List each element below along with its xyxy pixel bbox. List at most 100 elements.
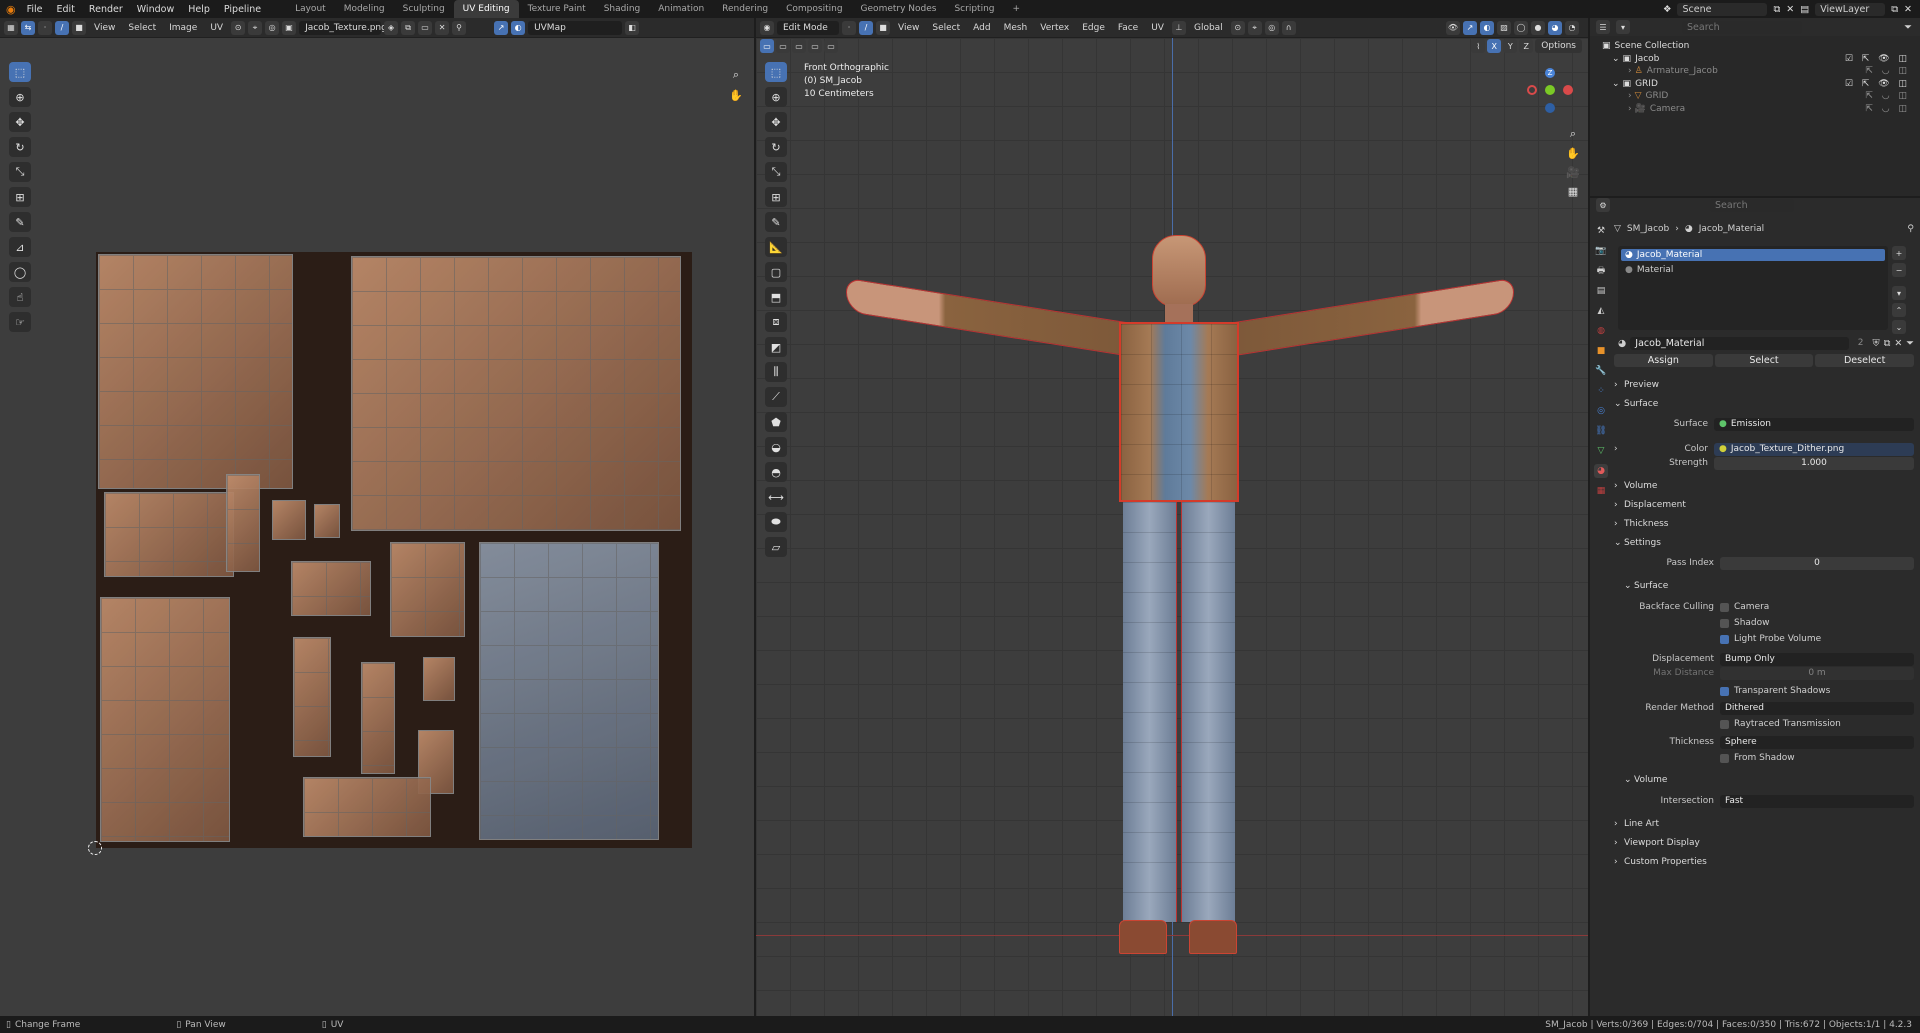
grab-tool-icon[interactable]: ◯ [9, 262, 31, 282]
character-mesh[interactable] [831, 230, 1521, 960]
material-slot-list[interactable]: ◕ Jacob_Material ● Material [1618, 246, 1888, 330]
display-mode-icon[interactable]: ▾ [1616, 20, 1630, 34]
right-leg[interactable] [1181, 502, 1235, 922]
cursor-tool-icon[interactable]: ⊕ [765, 87, 787, 107]
zoom-icon[interactable]: ⌕ [727, 66, 745, 84]
overlays-icon[interactable]: ◐ [1480, 20, 1494, 35]
smooth-tool-icon[interactable]: ◓ [765, 462, 787, 482]
vp-menu-select[interactable]: Select [927, 21, 965, 35]
visibility-toggles[interactable]: ⇱ ◡ ◫ [1865, 104, 1910, 114]
sync-selection-icon[interactable]: ⇆ [21, 20, 35, 35]
constraints-tab-icon[interactable]: ⛓ [1594, 424, 1608, 438]
outliner-search[interactable]: Search [1682, 20, 1802, 34]
xray-icon[interactable]: ▨ [1497, 20, 1511, 35]
tab-modeling[interactable]: Modeling [335, 0, 394, 18]
display-channels-icon[interactable]: ◧ [625, 20, 640, 35]
copy-icon[interactable]: ⧉ [1891, 4, 1898, 15]
menu-render[interactable]: Render [82, 4, 130, 15]
panel-settings[interactable]: ⌄ Settings [1614, 536, 1914, 550]
snap-icon[interactable]: ⌖ [248, 20, 263, 35]
gizmo-y-icon[interactable] [1545, 85, 1555, 95]
image-icon[interactable]: ▣ [282, 20, 297, 35]
uv-island-fingers[interactable] [226, 474, 260, 572]
vp-menu-add[interactable]: Add [968, 21, 995, 35]
slot-item-jacob-material[interactable]: ◕ Jacob_Material [1621, 249, 1885, 261]
add-cube-tool-icon[interactable]: ▢ [765, 262, 787, 282]
falloff-icon[interactable]: ∩ [1281, 20, 1296, 35]
right-shoe[interactable] [1189, 920, 1237, 954]
properties-search[interactable]: Search [1710, 198, 1794, 212]
mirror-x-toggle[interactable]: X [1487, 39, 1502, 53]
uv-island-neck[interactable] [293, 637, 331, 757]
user-count[interactable]: 2 [1853, 336, 1869, 350]
blender-logo-icon[interactable]: ◉ [6, 3, 16, 16]
backface-shadow-checkbox[interactable] [1720, 618, 1729, 628]
mirror-y-toggle[interactable]: Y [1503, 39, 1518, 53]
assign-button[interactable]: Assign [1614, 354, 1713, 367]
duplicate-icon[interactable]: ⧉ [1884, 338, 1891, 349]
panel-surface[interactable]: ⌄ Surface [1614, 397, 1914, 411]
edge-select-icon[interactable]: / [55, 20, 69, 35]
add-slot-icon[interactable]: + [1892, 246, 1906, 260]
poly-build-tool-icon[interactable]: ⬟ [765, 412, 787, 432]
panel-settings-volume[interactable]: ⌄ Volume [1614, 773, 1914, 787]
jacket[interactable] [1119, 322, 1239, 502]
uv-island-jeans[interactable] [479, 542, 659, 840]
editor-type-icon[interactable]: ⚙ [1596, 198, 1610, 212]
tab-geometry-nodes[interactable]: Geometry Nodes [852, 0, 946, 18]
surface-shader-field[interactable]: ● Emission [1714, 417, 1914, 431]
panel-preview[interactable]: › Preview [1614, 378, 1914, 392]
physics-tab-icon[interactable]: ◎ [1594, 404, 1608, 418]
edge-select-icon[interactable]: / [859, 20, 873, 35]
displacement-dropdown[interactable]: Bump Only [1720, 652, 1914, 666]
material-shading-icon[interactable]: ◕ [1548, 20, 1562, 35]
rotate-tool-icon[interactable]: ↻ [765, 137, 787, 157]
options-dropdown[interactable]: Options [1535, 39, 1582, 53]
pan-hand-icon[interactable]: ✋ [1564, 144, 1582, 162]
mode-selector[interactable]: Edit Mode [777, 20, 839, 35]
vertex-select-icon[interactable]: · [38, 20, 52, 35]
uv-2d-cursor-icon[interactable] [88, 841, 102, 855]
cursor-tool-icon[interactable]: ⊕ [9, 87, 31, 107]
select-box-tool-icon[interactable]: ⬚ [765, 62, 787, 82]
object-tab-icon[interactable]: ■ [1594, 344, 1608, 358]
unlink-icon[interactable]: ✕ [1894, 338, 1902, 349]
panel-volume[interactable]: › Volume [1614, 479, 1914, 493]
rendered-shading-icon[interactable]: ◔ [1565, 20, 1579, 35]
material-tab-icon[interactable]: ◕ [1594, 464, 1608, 478]
open-image-icon[interactable]: ▭ [418, 20, 433, 35]
material-browse-icon[interactable]: ◕ [1618, 338, 1626, 349]
from-shadow-checkbox[interactable] [1720, 753, 1729, 763]
visibility-icon[interactable]: 👁 [1446, 20, 1460, 35]
uv-island-arm[interactable] [361, 662, 395, 774]
uv-island-head[interactable] [98, 254, 293, 489]
scene-collection-row[interactable]: ▣ Scene Collection [1602, 40, 1920, 53]
scene-icon[interactable]: ❖ [1663, 4, 1672, 15]
overlay-icon[interactable]: ◐ [511, 20, 526, 35]
uv-menu-image[interactable]: Image [164, 21, 202, 35]
uv-texture-image[interactable] [96, 252, 692, 848]
shield-icon[interactable]: ◈ [384, 20, 399, 35]
perspective-toggle-icon[interactable]: ▦ [1564, 182, 1582, 200]
image-selector[interactable]: Jacob_Texture.png [299, 20, 387, 35]
pivot-icon[interactable]: ⊙ [1230, 20, 1245, 35]
max-distance-field[interactable]: 0 m [1720, 666, 1914, 680]
uv-island-jacket-torso[interactable] [351, 256, 681, 531]
gizmo-neg-z-icon[interactable] [1545, 103, 1555, 113]
panel-line-art[interactable]: › Line Art [1614, 817, 1914, 831]
tool-tab-icon[interactable]: ⚒ [1594, 224, 1608, 238]
uv-editor[interactable]: ▦ ⇆ · / ■ View Select Image UV ⊙ ⌖ ◎ ▣ J… [0, 18, 754, 1016]
face-select-icon[interactable]: ■ [876, 20, 890, 35]
uv-menu-view[interactable]: View [89, 21, 120, 35]
strength-field[interactable]: 1.000 [1714, 456, 1914, 470]
rotate-tool-icon[interactable]: ↻ [9, 137, 31, 157]
pinch-tool-icon[interactable]: ☞ [9, 312, 31, 332]
gizmo-icon[interactable]: ↗ [1463, 20, 1477, 35]
mirror-z-toggle[interactable]: Z [1519, 39, 1534, 53]
tab-rendering[interactable]: Rendering [713, 0, 777, 18]
slot-specials-icon[interactable]: ▾ [1892, 286, 1906, 300]
data-tab-icon[interactable]: ▽ [1594, 444, 1608, 458]
unlink-image-icon[interactable]: ✕ [435, 20, 450, 35]
panel-settings-surface[interactable]: ⌄ Surface [1614, 579, 1914, 593]
panel-custom-properties[interactable]: › Custom Properties [1614, 855, 1914, 869]
